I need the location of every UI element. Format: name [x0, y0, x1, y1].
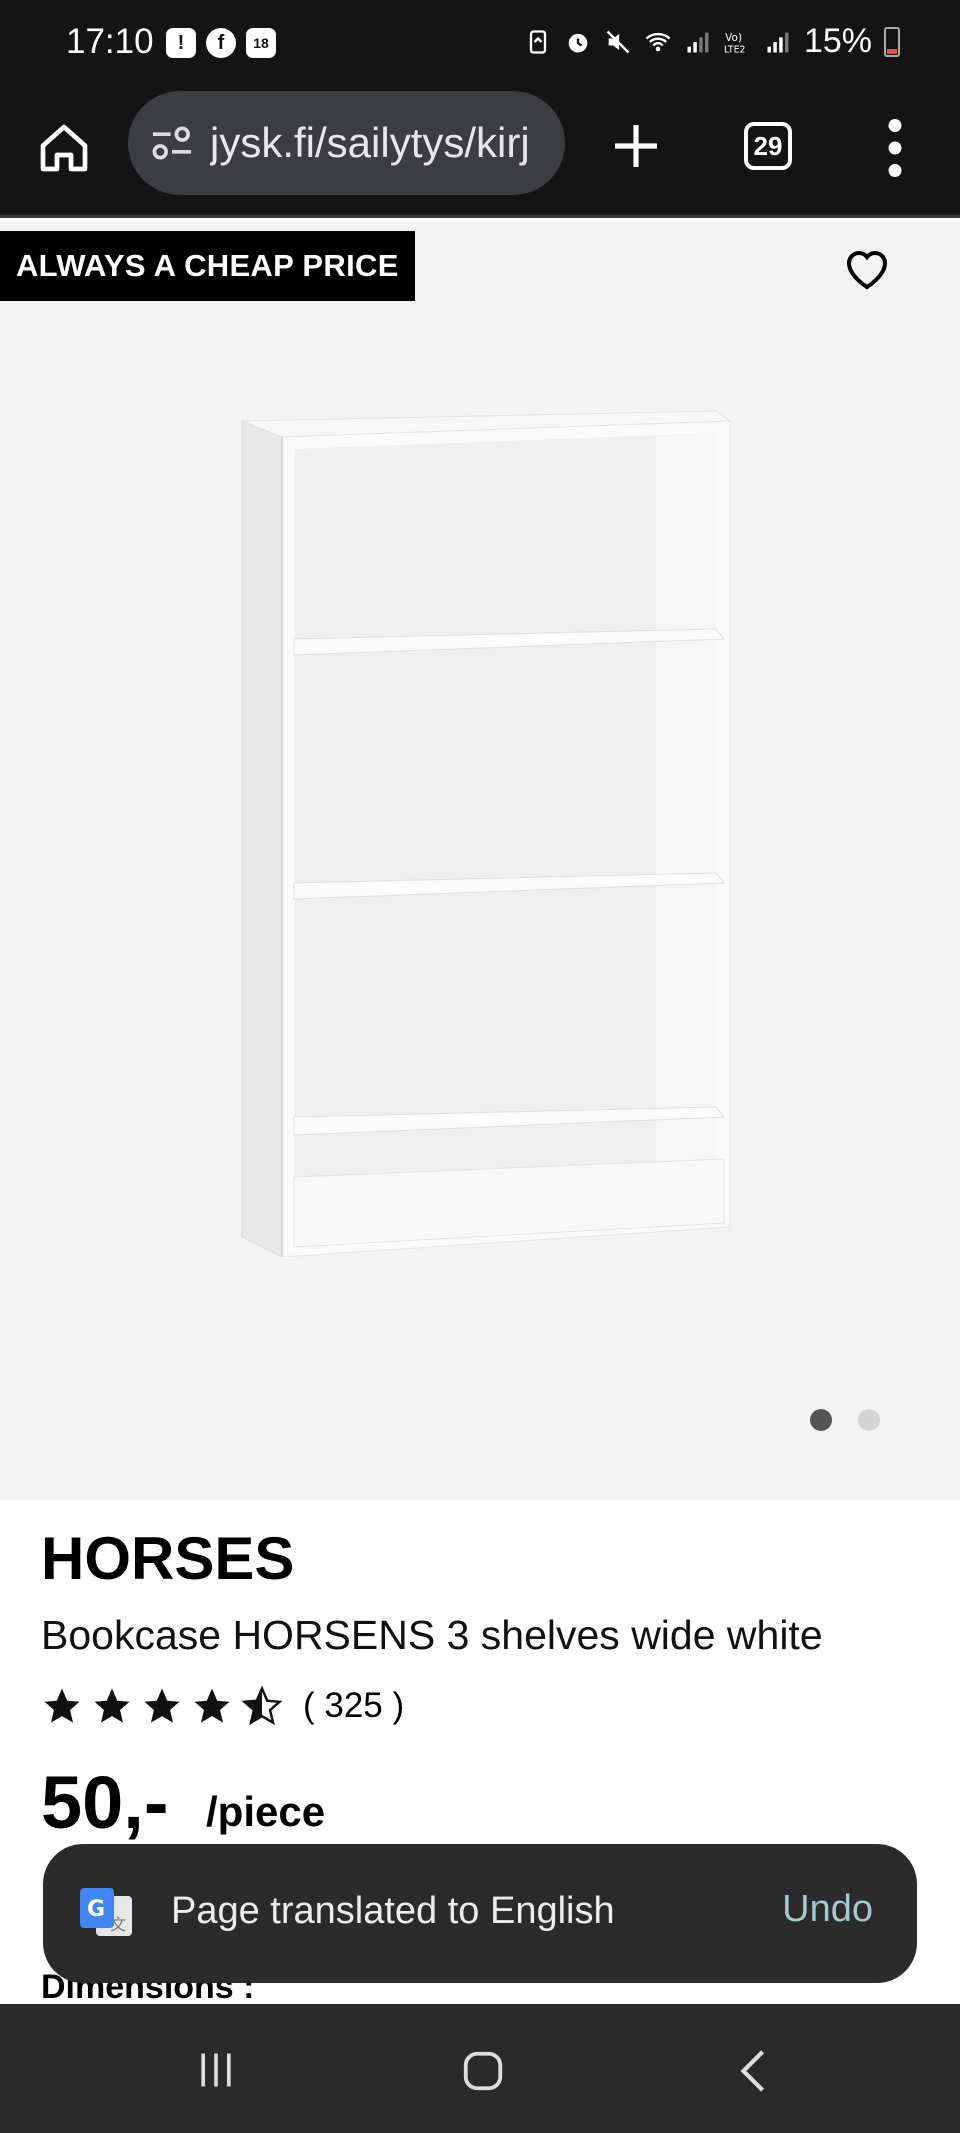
mute-icon	[606, 30, 630, 53]
battery-percent: 15%	[803, 22, 872, 60]
translation-toast: G 文 Page translated to English Undo	[43, 1844, 917, 1983]
url-text[interactable]: jysk.fi/sailytys/kirj	[210, 119, 555, 167]
svg-text:Vo): Vo)	[725, 31, 742, 43]
star-icon	[194, 1688, 230, 1723]
svg-text:LTE2: LTE2	[724, 44, 745, 55]
carousel-dots	[810, 1409, 880, 1431]
carousel-dot[interactable]	[858, 1409, 880, 1431]
wifi-icon	[645, 32, 671, 51]
price-unit: /piece	[206, 1788, 326, 1835]
undo-button[interactable]: Undo	[782, 1888, 873, 1931]
product-price: 50,-	[41, 1761, 169, 1844]
toast-message: Page translated to English	[171, 1890, 615, 1932]
star-icon	[144, 1688, 180, 1723]
site-settings-icon[interactable]	[150, 125, 194, 161]
product-brand: HORSES	[41, 1525, 295, 1592]
calendar-icon: 18	[246, 28, 276, 58]
back-icon[interactable]	[738, 2048, 768, 2094]
signal-2-icon	[767, 32, 789, 52]
price-badge: ALWAYS A CHEAP PRICE	[0, 231, 415, 301]
battery-icon	[884, 26, 900, 57]
status-time: 17:10	[66, 22, 154, 61]
rating[interactable]: ( 325 )	[41, 1685, 404, 1727]
alert-icon: !	[166, 28, 196, 58]
system-icons: Vo) LTE2 15%	[524, 22, 900, 61]
product-image	[241, 410, 732, 1257]
star-icon	[44, 1688, 80, 1723]
browser-toolbar: jysk.fi/sailytys/kirj 29	[0, 88, 960, 218]
recents-icon[interactable]	[194, 2048, 238, 2092]
signal-icon	[687, 32, 709, 52]
star-icon	[94, 1688, 130, 1723]
svg-text:G: G	[87, 1897, 105, 1922]
tab-switcher-button[interactable]: 29	[744, 122, 792, 170]
half-star-icon	[241, 1685, 283, 1726]
svg-text:文: 文	[110, 1915, 126, 1934]
heart-icon[interactable]	[843, 247, 891, 291]
product-image-carousel[interactable]: ALWAYS A CHEAP PRICE	[0, 221, 960, 1500]
system-nav-bar	[0, 2004, 960, 2133]
alarm-icon	[568, 33, 588, 52]
product-name: Bookcase HORSENS 3 shelves wide white	[41, 1612, 823, 1658]
home-nav-icon[interactable]	[460, 2048, 506, 2094]
volte-icon: Vo)LTE2	[724, 31, 745, 55]
status-bar: 17:10 ! f 18 Vo) LTE2 15%	[0, 0, 960, 88]
home-icon[interactable]	[36, 120, 92, 176]
more-menu-icon[interactable]	[880, 118, 910, 178]
facebook-icon: f	[206, 28, 236, 58]
address-bar[interactable]: jysk.fi/sailytys/kirj	[128, 91, 565, 195]
google-translate-icon: G 文	[80, 1888, 132, 1936]
review-count[interactable]: ( 325 )	[303, 1686, 404, 1726]
carousel-dot-active[interactable]	[810, 1409, 832, 1431]
notification-icons: ! f 18	[166, 28, 276, 58]
battery-saver-icon	[529, 29, 547, 54]
new-tab-icon[interactable]	[608, 118, 664, 174]
